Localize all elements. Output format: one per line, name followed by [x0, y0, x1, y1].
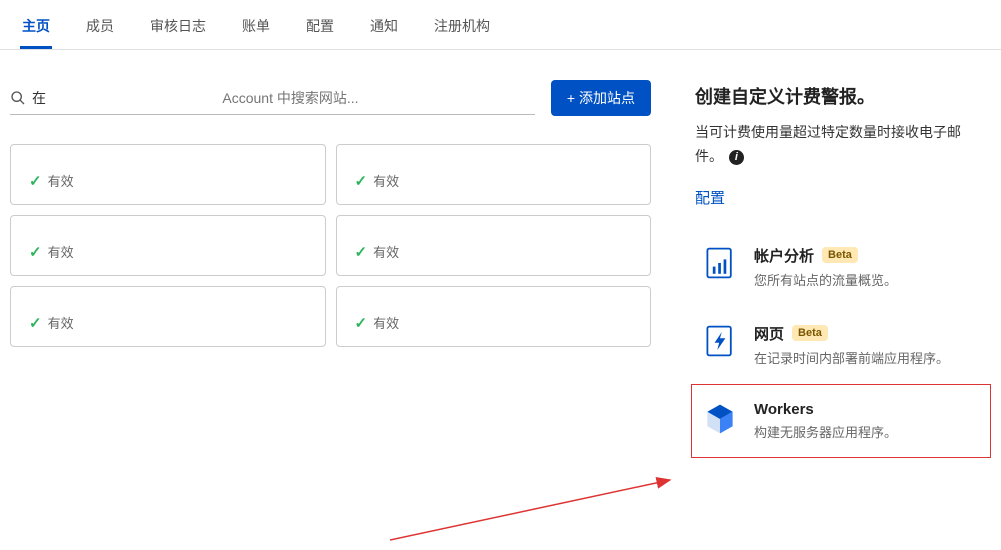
- check-icon: ✓: [355, 172, 368, 190]
- check-icon: ✓: [29, 172, 42, 190]
- tab-1[interactable]: 成员: [84, 10, 116, 49]
- check-icon: ✓: [29, 314, 42, 332]
- add-site-button[interactable]: + 添加站点: [551, 80, 651, 116]
- tab-6[interactable]: 注册机构: [432, 10, 492, 49]
- promo-title: 帐户分析Beta: [754, 245, 897, 266]
- promo-title: Workers: [754, 401, 897, 418]
- check-icon: ✓: [355, 243, 368, 261]
- tab-5[interactable]: 通知: [368, 10, 400, 49]
- site-status: ✓有效: [29, 171, 307, 190]
- billing-configure-link[interactable]: 配置: [695, 190, 725, 207]
- site-card[interactable]: ✓有效: [336, 286, 652, 347]
- check-icon: ✓: [355, 314, 368, 332]
- search-prefix: 在: [26, 88, 46, 108]
- site-status: ✓有效: [29, 242, 307, 261]
- promo-desc: 构建无服务器应用程序。: [754, 422, 897, 441]
- workers-icon: [702, 401, 738, 437]
- billing-title: 创建自定义计费警报。: [695, 84, 987, 111]
- billing-desc: 当可计费使用量超过特定数量时接收电子邮件。 i: [695, 121, 987, 169]
- info-icon[interactable]: i: [729, 150, 744, 165]
- search-input[interactable]: [46, 86, 535, 110]
- promo-title: 网页Beta: [754, 323, 949, 344]
- billing-alert-panel: 创建自定义计费警报。 当可计费使用量超过特定数量时接收电子邮件。 i 配置: [691, 80, 991, 228]
- beta-badge: Beta: [792, 325, 828, 341]
- check-icon: ✓: [29, 243, 42, 261]
- promo-desc: 您所有站点的流量概览。: [754, 270, 897, 289]
- promo-网页[interactable]: 网页Beta 在记录时间内部署前端应用程序。: [691, 306, 991, 384]
- promo-desc: 在记录时间内部署前端应用程序。: [754, 348, 949, 367]
- tab-0[interactable]: 主页: [20, 10, 52, 49]
- promo-帐户分析[interactable]: 帐户分析Beta 您所有站点的流量概览。: [691, 228, 991, 306]
- site-card[interactable]: ✓有效: [336, 215, 652, 276]
- site-status: ✓有效: [355, 313, 633, 332]
- search-icon: [10, 90, 26, 106]
- tab-4[interactable]: 配置: [304, 10, 336, 49]
- site-card[interactable]: ✓有效: [10, 215, 326, 276]
- site-card[interactable]: ✓有效: [336, 144, 652, 205]
- site-status: ✓有效: [355, 242, 633, 261]
- search-box[interactable]: 在: [10, 82, 535, 115]
- beta-badge: Beta: [822, 247, 858, 263]
- site-status: ✓有效: [355, 171, 633, 190]
- site-status: ✓有效: [29, 313, 307, 332]
- analytics-icon: [702, 245, 738, 281]
- site-card[interactable]: ✓有效: [10, 286, 326, 347]
- tab-3[interactable]: 账单: [240, 10, 272, 49]
- tab-2[interactable]: 审核日志: [148, 10, 208, 49]
- lightning-icon: [702, 323, 738, 359]
- promo-workers[interactable]: Workers 构建无服务器应用程序。: [691, 384, 991, 458]
- site-card[interactable]: ✓有效: [10, 144, 326, 205]
